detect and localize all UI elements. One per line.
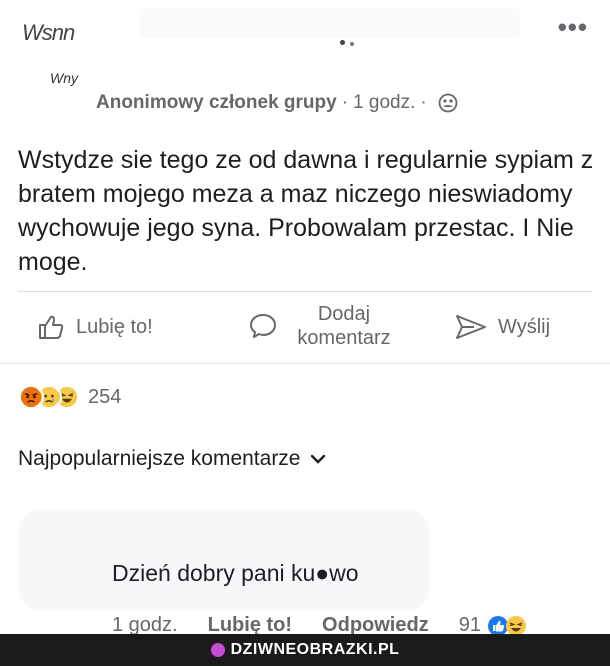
- meta-separator: ·: [341, 92, 349, 113]
- redacted-avatar-scribble: Wny: [50, 70, 78, 86]
- like-button[interactable]: Lubię to!: [36, 312, 153, 342]
- angry-emoji-icon: [18, 384, 44, 410]
- like-label: Lubię to!: [76, 315, 153, 338]
- comment-icon: [250, 314, 276, 338]
- post-body: Wstydze sie tego ze od dawna i regularni…: [18, 146, 594, 276]
- redacted-group-name: Wsnn: [22, 20, 75, 45]
- more-horizontal-icon[interactable]: •••: [558, 14, 588, 40]
- thumbs-up-icon: [39, 315, 64, 339]
- divider: [0, 363, 610, 364]
- comment-text: Dzień dobry pani ku●wo: [112, 560, 359, 586]
- comment-label-line2: komentarz: [297, 327, 391, 349]
- watermark-bar: DZIWNEOBRAZKI.PL: [0, 634, 610, 666]
- chevron-down-icon: [310, 454, 325, 464]
- group-icon: [438, 93, 458, 113]
- meta-separator: ·: [420, 92, 427, 113]
- redaction-dot: [340, 40, 345, 45]
- share-button[interactable]: Wyślij: [454, 312, 550, 342]
- reactions-summary[interactable]: 254: [18, 384, 121, 410]
- comment-sort-dropdown[interactable]: Najpopularniejsze komentarze: [18, 447, 325, 471]
- post-time[interactable]: 1 godz.: [353, 92, 415, 114]
- share-label: Wyślij: [498, 315, 551, 338]
- comment-label-line1: Dodaj: [317, 303, 371, 325]
- send-icon: [456, 315, 486, 339]
- redaction-dot: [350, 42, 354, 46]
- watermark: DZIWNEOBRAZKI.PL: [210, 641, 400, 659]
- post-meta: Anonimowy członek grupy · 1 godz. ·: [96, 92, 458, 114]
- redacted-header-area: [140, 8, 520, 38]
- reaction-count: 254: [88, 385, 122, 408]
- comment-button[interactable]: Dodaj komentarz: [248, 302, 404, 350]
- divider: [18, 291, 592, 292]
- post-author[interactable]: Anonimowy członek grupy: [96, 92, 337, 114]
- sort-label: Najpopularniejsze komentarze: [18, 447, 301, 470]
- watermark-logo-icon: [210, 643, 225, 657]
- watermark-text: DZIWNEOBRAZKI.PL: [230, 641, 400, 658]
